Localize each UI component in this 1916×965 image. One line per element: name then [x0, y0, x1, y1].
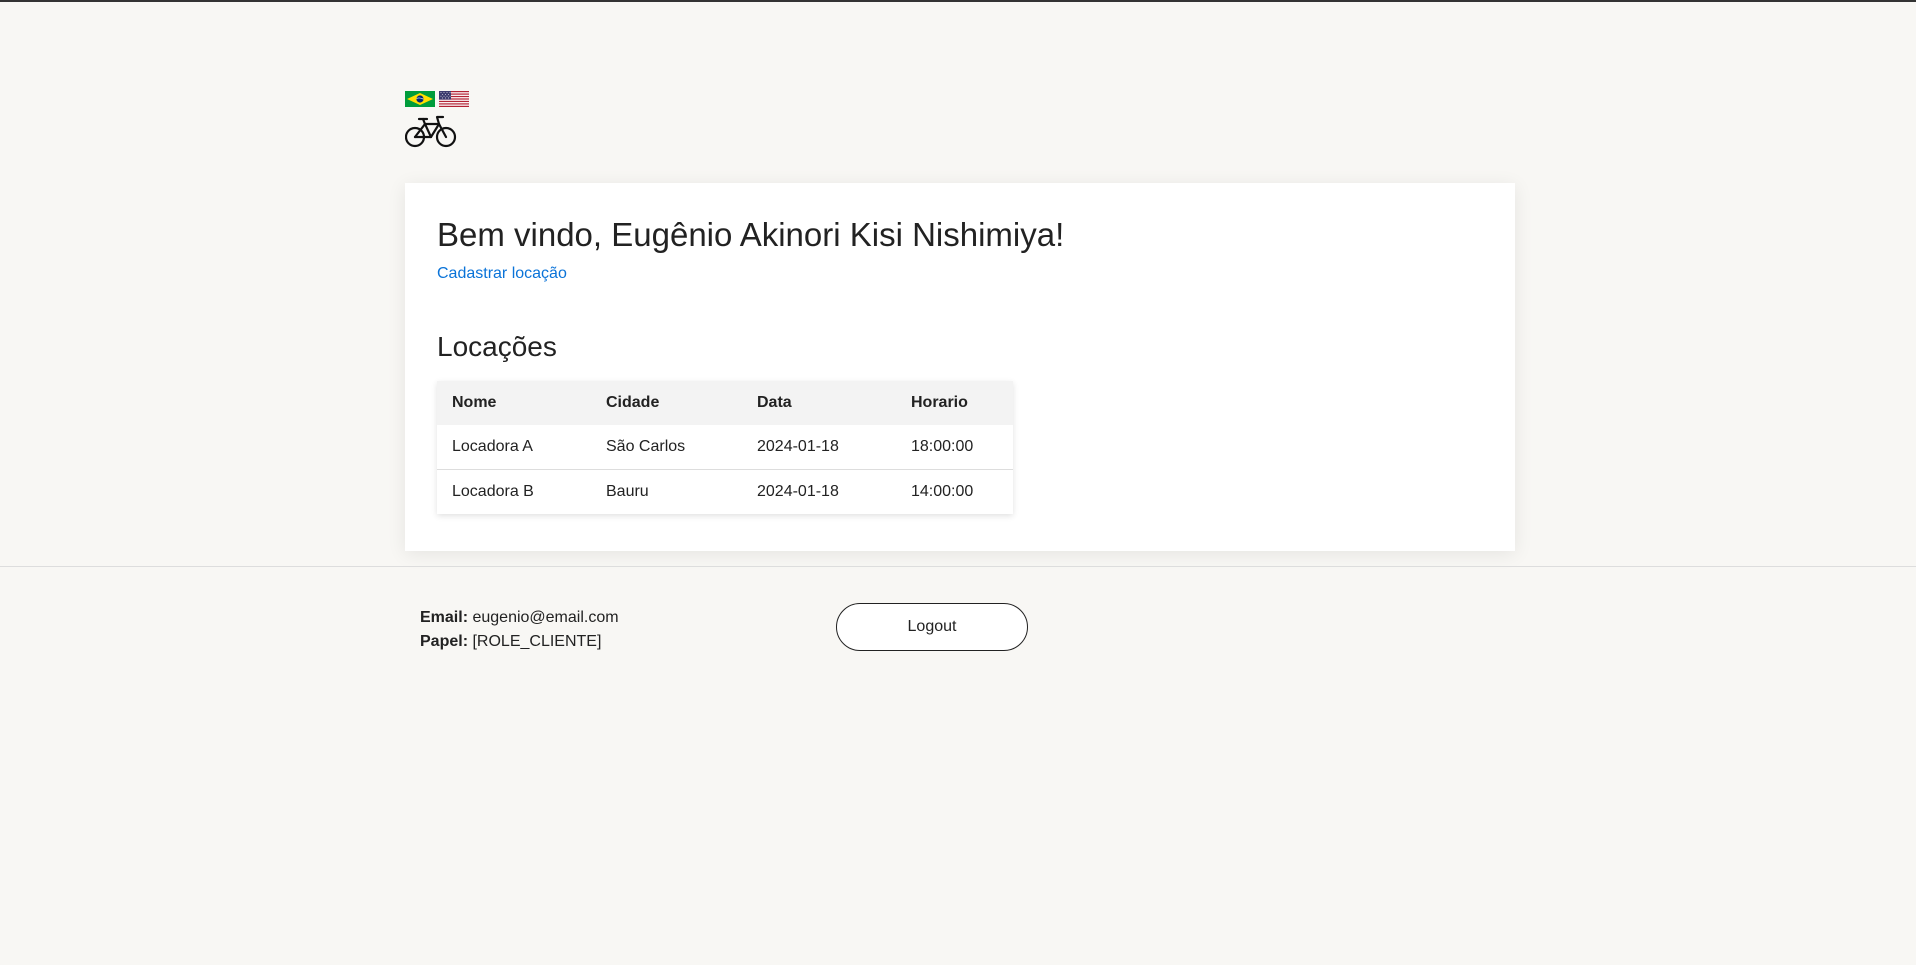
- cell-data: 2024-01-18: [742, 424, 896, 470]
- cell-nome: Locadora B: [437, 468, 591, 514]
- table-row: Locadora B Bauru 2024-01-18 14:00:00: [437, 468, 1013, 514]
- rentals-section-title: Locações: [437, 330, 557, 362]
- email-line: Email: eugenio@email.com: [420, 606, 619, 630]
- column-header-horario: Horario: [896, 380, 1013, 425]
- user-info: Email: eugenio@email.com Papel: [ROLE_CL…: [420, 606, 619, 654]
- cell-cidade: São Carlos: [591, 424, 742, 470]
- table-row: Locadora A São Carlos 2024-01-18 18:00:0…: [437, 424, 1013, 470]
- cell-horario: 14:00:00: [896, 468, 1013, 514]
- bicycle-icon: [405, 115, 457, 148]
- cell-nome: Locadora A: [437, 424, 591, 470]
- email-label: Email:: [420, 609, 469, 626]
- main-card: Bem vindo, Eugênio Akinori Kisi Nishimiy…: [405, 183, 1515, 551]
- rentals-table: Nome Cidade Data Horario Locadora A São …: [437, 380, 1013, 514]
- brazil-flag-icon[interactable]: [405, 91, 435, 107]
- footer-divider: [0, 566, 1916, 567]
- column-header-nome: Nome: [437, 380, 591, 425]
- header: [405, 91, 469, 149]
- role-value: [ROLE_CLIENTE]: [472, 633, 602, 650]
- language-selector: [405, 91, 469, 107]
- usa-flag-icon[interactable]: [439, 91, 469, 107]
- column-header-data: Data: [742, 380, 896, 425]
- role-label: Papel:: [420, 633, 469, 650]
- register-rental-link[interactable]: Cadastrar locação: [437, 265, 567, 283]
- cell-data: 2024-01-18: [742, 468, 896, 514]
- welcome-heading: Bem vindo, Eugênio Akinori Kisi Nishimiy…: [437, 216, 1065, 253]
- cell-cidade: Bauru: [591, 468, 742, 514]
- cell-horario: 18:00:00: [896, 424, 1013, 470]
- email-value: eugenio@email.com: [472, 609, 619, 626]
- column-header-cidade: Cidade: [591, 380, 742, 425]
- table-header-row: Nome Cidade Data Horario: [437, 380, 1013, 425]
- logout-button[interactable]: Logout: [836, 603, 1028, 651]
- role-line: Papel: [ROLE_CLIENTE]: [420, 630, 619, 654]
